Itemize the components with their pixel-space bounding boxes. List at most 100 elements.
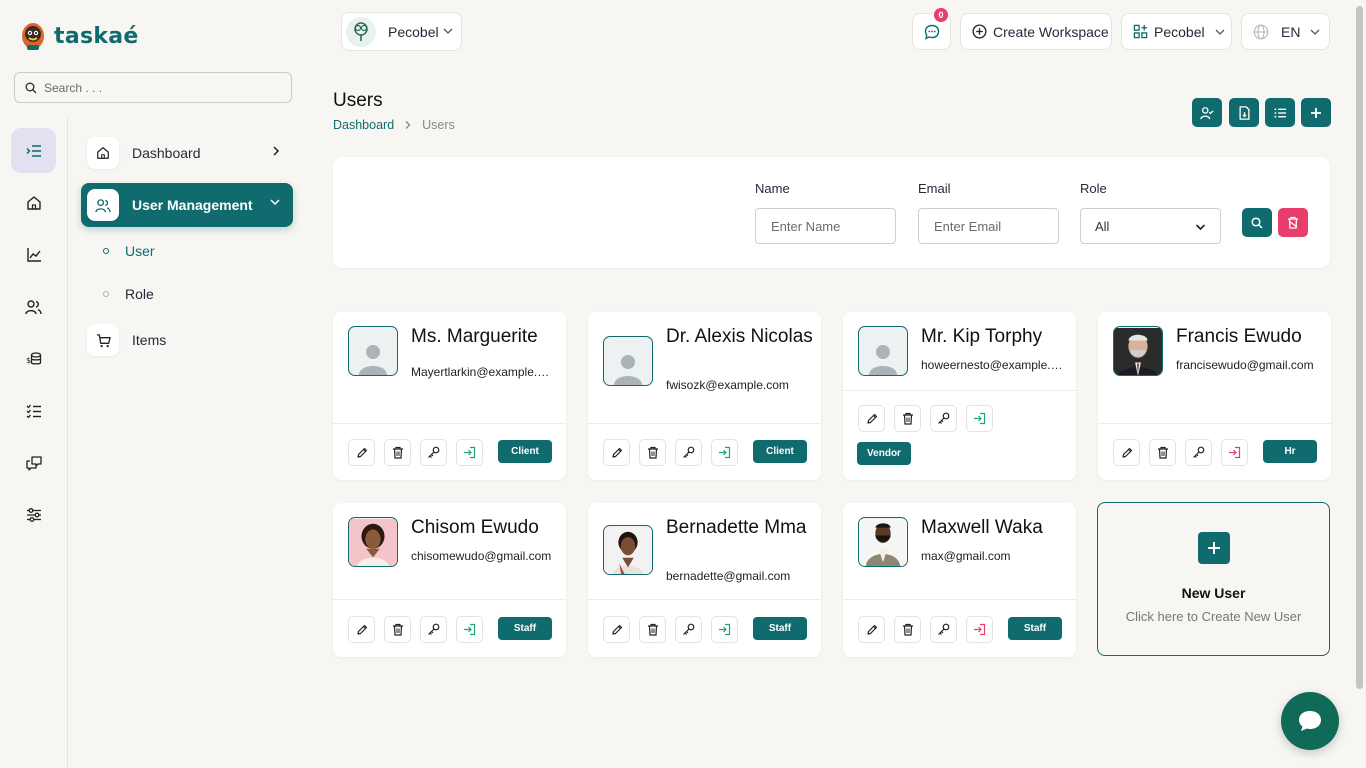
workspace-name: Pecobel	[388, 23, 439, 40]
rail-finance[interactable]: $	[11, 336, 56, 381]
reset-password-button[interactable]	[1185, 439, 1212, 466]
clear-filter-button[interactable]	[1278, 208, 1308, 237]
pencil-icon	[611, 447, 622, 458]
edit-user-button[interactable]	[348, 616, 375, 643]
user-email: Mayertlarkin@example.com	[411, 365, 553, 379]
pencil-icon	[356, 624, 367, 635]
search-input[interactable]	[44, 80, 274, 95]
reset-password-button[interactable]	[420, 439, 447, 466]
nav-items-label: Items	[132, 332, 167, 348]
brand-logo[interactable]: taskaé	[0, 0, 306, 72]
card-divider	[588, 423, 821, 424]
pencil-icon	[866, 413, 877, 424]
sidebar-search[interactable]	[14, 72, 292, 103]
login-as-user-button[interactable]	[456, 616, 483, 643]
edit-user-button[interactable]	[348, 439, 375, 466]
edit-user-button[interactable]	[858, 405, 885, 432]
user-role-badge[interactable]: Hr	[1263, 440, 1317, 463]
user-role-badge[interactable]: Client	[753, 440, 807, 463]
rail-settings[interactable]	[11, 492, 56, 537]
trash-icon	[647, 446, 658, 459]
nav-dashboard-label: Dashboard	[132, 145, 201, 161]
rail-messages[interactable]	[11, 440, 56, 485]
delete-user-button[interactable]	[1149, 439, 1176, 466]
user-role-badge[interactable]: Vendor	[857, 442, 911, 465]
collapse-menu-button[interactable]	[11, 128, 56, 173]
reset-password-button[interactable]	[930, 405, 957, 432]
new-user-subtitle: Click here to Create New User	[1125, 609, 1302, 624]
reset-password-button[interactable]	[675, 439, 702, 466]
edit-user-button[interactable]	[858, 616, 885, 643]
nav-dashboard[interactable]: Dashboard	[81, 131, 293, 175]
user-role-badge[interactable]: Staff	[1008, 617, 1062, 640]
company-selector[interactable]: Pecobel	[1121, 13, 1232, 50]
nav-sub-user[interactable]: User	[103, 243, 155, 259]
delete-user-button[interactable]	[384, 616, 411, 643]
delete-user-button[interactable]	[639, 439, 666, 466]
add-user-button[interactable]	[1301, 98, 1331, 127]
reset-password-button[interactable]	[420, 616, 447, 643]
user-role-badge[interactable]: Staff	[753, 617, 807, 640]
new-user-title: New User	[1181, 585, 1246, 601]
nav-sub-role[interactable]: Role	[103, 286, 154, 302]
chevron-down-icon	[270, 199, 280, 206]
key-icon	[683, 623, 695, 635]
login-as-user-button[interactable]	[966, 405, 993, 432]
new-user-card[interactable]: New User Click here to Create New User	[1097, 502, 1330, 656]
login-as-user-button[interactable]	[711, 439, 738, 466]
nav-user-management-icon-wrap	[87, 189, 119, 221]
reset-password-button[interactable]	[930, 616, 957, 643]
rail-users[interactable]	[11, 284, 56, 329]
user-actions	[348, 616, 483, 643]
user-role-badge[interactable]: Client	[498, 440, 552, 463]
delete-user-button[interactable]	[894, 616, 921, 643]
workspace-selector[interactable]: Pecobel	[341, 12, 462, 51]
create-workspace-button[interactable]: Create Workspace	[960, 13, 1112, 50]
key-icon	[428, 623, 440, 635]
export-button[interactable]	[1229, 98, 1259, 127]
create-workspace-label: Create Workspace	[993, 23, 1109, 40]
assign-role-button[interactable]	[1192, 98, 1222, 127]
coins-icon: $	[26, 351, 41, 365]
plus-icon	[1208, 542, 1220, 554]
delete-user-button[interactable]	[894, 405, 921, 432]
login-as-user-button[interactable]	[456, 439, 483, 466]
login-as-user-button[interactable]	[711, 616, 738, 643]
edit-user-button[interactable]	[603, 439, 630, 466]
user-card: Chisom Ewudo chisomewudo@gmail.com Staff	[333, 503, 566, 657]
user-role-badge[interactable]: Staff	[498, 617, 552, 640]
edit-user-button[interactable]	[1113, 439, 1140, 466]
email-filter-input[interactable]	[918, 208, 1059, 244]
breadcrumb-home-link[interactable]: Dashboard	[333, 118, 394, 132]
name-filter-input[interactable]	[755, 208, 896, 244]
user-avatar	[603, 525, 653, 575]
rail-tasks[interactable]	[11, 388, 56, 433]
company-name: Pecobel	[1154, 23, 1205, 40]
chat-widget-button[interactable]	[1281, 692, 1339, 750]
chat-bubbles-icon	[25, 455, 42, 471]
page-scrollbar[interactable]	[1356, 6, 1363, 689]
search-icon	[1251, 216, 1263, 229]
trash-icon	[392, 446, 403, 459]
login-as-user-button[interactable]	[1221, 439, 1248, 466]
list-view-button[interactable]	[1265, 98, 1295, 127]
notifications-button[interactable]: 0	[912, 8, 951, 50]
nav-user-management[interactable]: User Management	[81, 183, 293, 227]
nav-items[interactable]: Items	[81, 318, 293, 362]
delete-user-button[interactable]	[384, 439, 411, 466]
rail-home[interactable]	[11, 180, 56, 225]
delete-user-button[interactable]	[639, 616, 666, 643]
menu-collapse-icon	[25, 144, 41, 157]
breadcrumb-separator	[404, 120, 412, 130]
apply-filter-button[interactable]	[1242, 208, 1272, 237]
user-card: Ms. Marguerite Mayertlarkin@example.com Cl…	[333, 312, 566, 480]
login-as-user-button[interactable]	[966, 616, 993, 643]
reset-password-button[interactable]	[675, 616, 702, 643]
role-filter-select[interactable]: All	[1080, 208, 1221, 244]
language-selector[interactable]: EN	[1241, 13, 1330, 50]
icon-rail: $	[0, 118, 68, 768]
new-user-plus	[1198, 532, 1230, 564]
rail-analytics[interactable]	[11, 232, 56, 277]
edit-user-button[interactable]	[603, 616, 630, 643]
chevron-right-icon	[405, 121, 411, 129]
